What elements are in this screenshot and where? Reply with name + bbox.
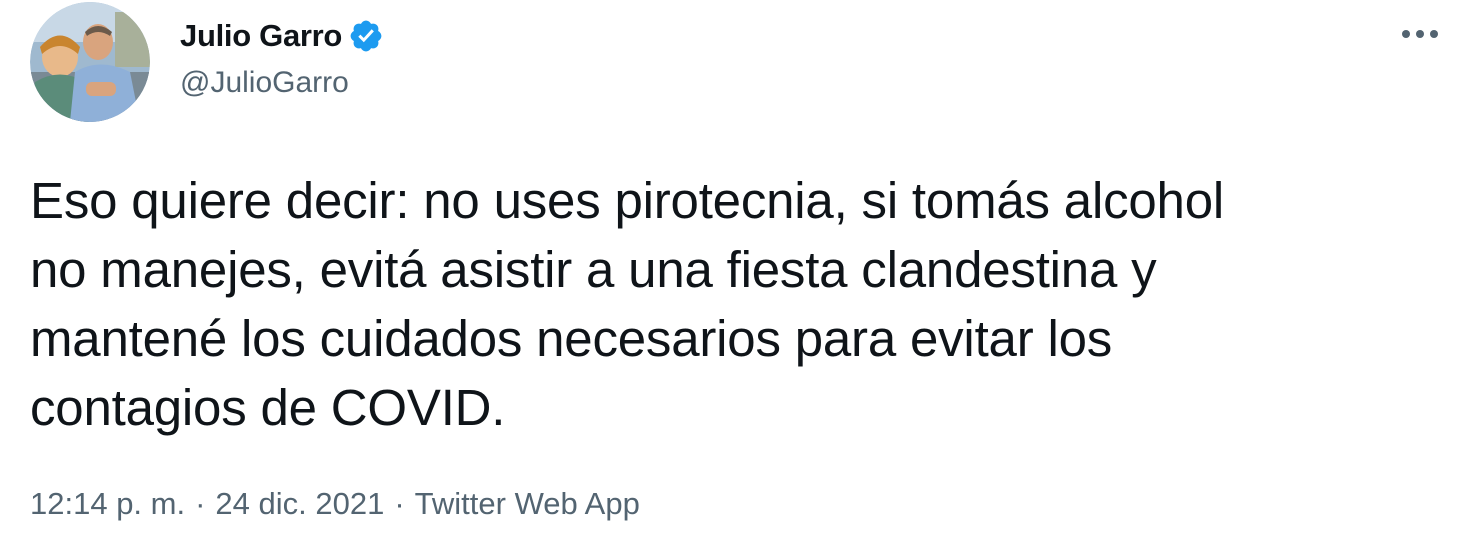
tweet-timestamp-date[interactable]: 24 dic. 2021 — [215, 486, 384, 522]
author-name-row: Julio Garro — [180, 16, 384, 56]
author-handle[interactable]: @JulioGarro — [180, 66, 349, 100]
author-display-name[interactable]: Julio Garro — [180, 18, 342, 54]
verified-badge-icon — [348, 18, 384, 54]
more-options-button[interactable] — [1394, 16, 1446, 52]
avatar-photo — [30, 2, 150, 122]
meta-separator: · — [394, 486, 405, 521]
author-avatar[interactable] — [30, 2, 150, 122]
tweet-card: Julio Garro @JulioGarro Eso quiere decir… — [0, 0, 1459, 545]
more-options-icon — [1402, 30, 1438, 38]
tweet-metadata: 12:14 p. m. · 24 dic. 2021 · Twitter Web… — [30, 486, 640, 522]
tweet-text: Eso quiere decir: no uses pirotecnia, si… — [30, 172, 1225, 436]
tweet-source[interactable]: Twitter Web App — [415, 486, 640, 522]
meta-separator: · — [195, 486, 206, 521]
tweet-timestamp-time[interactable]: 12:14 p. m. — [30, 486, 185, 522]
